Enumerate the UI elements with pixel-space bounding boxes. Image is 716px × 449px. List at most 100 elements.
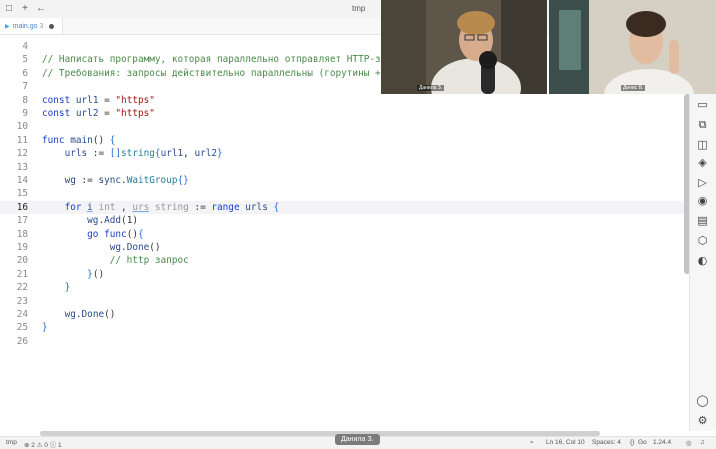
code-line[interactable]: 13: [0, 161, 688, 174]
package-icon[interactable]: ⬡: [696, 234, 709, 247]
code-text[interactable]: // Написать программу, которая параллель…: [42, 53, 386, 66]
code-text[interactable]: wg.Done(): [42, 308, 116, 321]
code-token: sync: [98, 175, 122, 186]
code-token: Add: [104, 215, 122, 227]
record-icon[interactable]: ◉: [696, 194, 709, 207]
code-text[interactable]: // Требования: запросы действительно пар…: [42, 67, 392, 80]
status-language[interactable]: Go: [638, 439, 647, 446]
code-line[interactable]: 19 wg.Done(): [0, 241, 688, 254]
code-text[interactable]: }: [42, 321, 48, 334]
line-number: 10: [16, 121, 28, 133]
status-branch[interactable]: tmp: [6, 439, 17, 446]
code-token: // Написать программу, которая параллель…: [42, 54, 387, 66]
code-line[interactable]: 16 for i int , urs string := range urls …: [0, 200, 688, 214]
code-text[interactable]: go func(){: [42, 228, 143, 241]
layout-icon[interactable]: ▭: [696, 98, 709, 111]
line-number: 19: [16, 242, 28, 253]
code-editor[interactable]: 4 5 // Написать программу, которая паралле…: [0, 36, 688, 431]
code-text[interactable]: // http запрос: [42, 254, 189, 267]
code-line[interactable]: 20 // http запрос: [0, 254, 688, 267]
code-text[interactable]: const url1 = "https": [42, 94, 155, 107]
tab-main-go[interactable]: ▶ main.go 3: [0, 18, 63, 34]
code-line[interactable]: 25}: [0, 321, 688, 334]
code-token: string: [121, 148, 155, 160]
status-version[interactable]: 1.24.4: [653, 439, 671, 446]
code-text[interactable]: const url2 = "https": [42, 107, 155, 120]
gitlens-icon[interactable]: ◈: [696, 156, 709, 169]
code-text[interactable]: }(): [42, 268, 104, 281]
code-line[interactable]: 10: [0, 120, 688, 133]
code-token: (): [149, 242, 161, 253]
video-participant-1[interactable]: Данила З.: [381, 0, 547, 94]
code-text[interactable]: wg.Done(): [42, 241, 161, 254]
code-token: Done: [126, 242, 150, 253]
code-token: :=: [75, 175, 99, 186]
code-line[interactable]: 9 const url2 = "https": [0, 107, 688, 120]
code-line[interactable]: 18 go func(){: [0, 228, 688, 241]
code-text[interactable]: urls := []string{url1, url2}: [42, 147, 223, 160]
copilot-icon[interactable]: ◎: [686, 439, 692, 447]
code-token: =: [98, 94, 116, 106]
code-text[interactable]: func main() {: [42, 134, 115, 147]
code-token: urls: [245, 201, 268, 213]
code-token: urs: [132, 201, 150, 213]
code-line[interactable]: 15: [0, 187, 688, 200]
code-line[interactable]: 24 wg.Done(): [0, 308, 688, 321]
line-number: 8: [22, 94, 28, 106]
window-title: tmp: [352, 4, 366, 13]
code-token: }: [217, 148, 223, 160]
line-number: 12: [16, 148, 28, 160]
code-token: :=: [87, 148, 110, 160]
arrow-left-icon[interactable]: ←: [36, 3, 46, 15]
code-line[interactable]: 8 const url1 = "https": [0, 94, 688, 107]
code-line[interactable]: 11 func main() {: [0, 134, 688, 147]
status-spaces[interactable]: Spaces: 4: [592, 439, 621, 446]
status-position[interactable]: Ln 16, Col 10: [546, 439, 585, 446]
run-icon[interactable]: ▷: [696, 176, 709, 189]
participant-1-name: Данила З.: [417, 85, 445, 91]
titlebar-controls: □ + ←: [4, 3, 46, 15]
code-text[interactable]: for i int , urs string := range urls {: [42, 201, 280, 214]
code-token: ,: [115, 201, 133, 213]
code-line[interactable]: 26: [0, 335, 688, 348]
search-icon[interactable]: ⌕: [530, 439, 534, 447]
square-icon[interactable]: □: [4, 3, 14, 15]
line-number: 26: [16, 335, 28, 347]
code-line[interactable]: 21 }(): [0, 268, 688, 281]
account-icon[interactable]: ◯: [696, 394, 709, 407]
bell-icon[interactable]: ♫: [700, 439, 705, 446]
code-text[interactable]: wg.Add(1): [42, 214, 138, 227]
code-line[interactable]: 22 }: [0, 281, 688, 294]
code-token: (): [92, 268, 105, 280]
video-participant-2[interactable]: Денис В.: [549, 0, 716, 94]
code-token: main: [70, 134, 93, 146]
participant-2-name: Денис В.: [621, 85, 646, 91]
code-token: urls: [64, 148, 88, 160]
code-token: url2: [75, 108, 99, 119]
line-number: 25: [16, 322, 28, 334]
code-line[interactable]: 23: [0, 295, 688, 308]
code-token: Done: [81, 309, 105, 320]
code-token: url2: [194, 148, 218, 160]
plus-icon[interactable]: +: [20, 3, 30, 15]
chrome-icon[interactable]: ◐: [696, 254, 709, 267]
code-line[interactable]: 17 wg.Add(1): [0, 214, 688, 227]
code-line[interactable]: 14 wg := sync.WaitGroup{}: [0, 174, 688, 187]
code-token: for: [64, 201, 82, 213]
code-line[interactable]: 12 urls := []string{url1, url2}: [0, 147, 688, 160]
code-text[interactable]: }: [42, 281, 71, 294]
remote-icon[interactable]: ⧉: [696, 118, 709, 131]
line-number: 24: [16, 309, 28, 320]
unsaved-dot-icon[interactable]: [49, 23, 55, 29]
settings-icon[interactable]: ⚙: [696, 414, 709, 427]
database-icon[interactable]: ▤: [696, 214, 709, 227]
tab-label: main.go: [12, 22, 38, 30]
code-token: range: [211, 201, 240, 213]
code-token: }: [64, 282, 71, 294]
extensions-icon[interactable]: ◫: [696, 138, 709, 151]
code-token: ,: [183, 148, 195, 160]
code-text[interactable]: wg := sync.WaitGroup{}: [42, 174, 189, 187]
